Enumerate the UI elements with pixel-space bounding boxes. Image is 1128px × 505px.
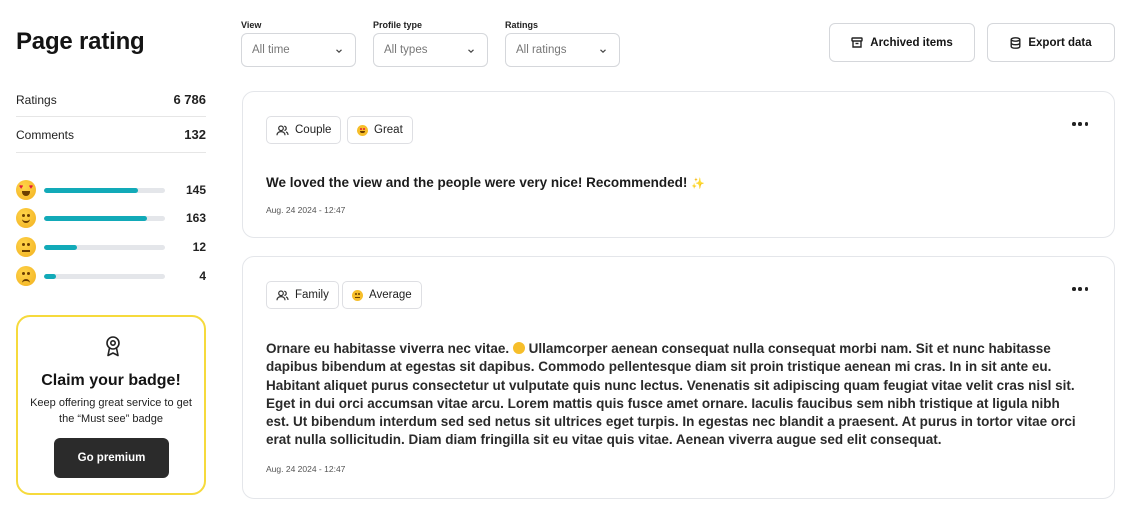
comments-value: 132 (184, 127, 206, 142)
rating-bar-track (44, 187, 165, 193)
filter-view: View All time (241, 20, 356, 67)
rating-chip: Great (347, 116, 413, 144)
profile-type-select[interactable]: All types (373, 33, 488, 67)
archive-icon (851, 37, 863, 48)
rating-count: 4 (199, 269, 206, 283)
heart-eyes-emoji-icon (357, 124, 368, 136)
rating-bar-row: ♥ ♥ 145 (16, 180, 206, 200)
review-date: Aug. 24 2024 - 12:47 (266, 464, 346, 474)
smiling-emoji-icon (512, 342, 525, 354)
badge-card: Claim your badge! Keep offering great se… (16, 315, 206, 495)
profile-chip: Family (266, 281, 339, 309)
rating-bar-row: 12 (16, 237, 206, 257)
profile-label: Couple (295, 124, 332, 136)
rating-count: 163 (185, 211, 206, 225)
review-text: We loved the view and the people were ve… (266, 174, 705, 193)
rating-bar-row: 163 (16, 208, 206, 228)
neutral-emoji-icon (352, 289, 363, 301)
rating-bar-track (44, 215, 165, 221)
filter-ratings: Ratings All ratings (505, 20, 620, 67)
rating-bar-track (44, 273, 165, 279)
review-text-rest: Ullamcorper aenean consequat nulla conse… (266, 341, 1076, 448)
database-icon (1010, 36, 1021, 49)
rating-label: Great (374, 124, 403, 136)
rating-bar-track (44, 244, 165, 250)
more-options-icon[interactable] (1072, 122, 1088, 126)
badge-title: Claim your badge! (41, 372, 181, 389)
export-data-label: Export data (1028, 36, 1092, 49)
rating-bar-fill (44, 273, 57, 279)
profile-chip: Couple (266, 116, 342, 144)
archived-items-button[interactable]: Archived items (829, 23, 975, 62)
users-icon (276, 289, 289, 300)
award-icon (106, 336, 120, 357)
rating-bar-fill (44, 187, 139, 193)
rating-bar-fill (44, 215, 147, 221)
more-options-icon[interactable] (1072, 287, 1088, 291)
confused-emoji-icon (16, 266, 36, 286)
sparkles-icon: ✨ (691, 178, 705, 190)
review-card: Couple Great We loved the view and the p… (242, 91, 1115, 238)
rating-count: 145 (185, 183, 206, 197)
archived-items-label: Archived items (870, 36, 953, 49)
filter-label: View (241, 20, 262, 30)
select-value: All types (384, 44, 428, 56)
ratings-stat: Ratings 6 786 (16, 92, 206, 107)
filter-label: Profile type (373, 20, 423, 30)
divider (16, 152, 206, 153)
comments-stat: Comments 132 (16, 127, 206, 142)
review-text-start: Ornare eu habitasse viverra nec vitae. (266, 341, 510, 356)
rating-count: 12 (192, 240, 206, 254)
review-text-content: We loved the view and the people were ve… (266, 175, 688, 190)
review-date: Aug. 24 2024 - 12:47 (266, 205, 346, 215)
go-premium-button[interactable]: Go premium (54, 438, 169, 478)
profile-label: Family (295, 289, 329, 301)
rating-chip: Average (342, 281, 422, 309)
export-data-button[interactable]: Export data (987, 23, 1115, 62)
users-icon (276, 124, 289, 135)
ratings-select[interactable]: All ratings (505, 33, 620, 67)
rating-bar-row: 4 (16, 266, 206, 286)
filter-profile-type: Profile type All types (373, 20, 488, 67)
review-card: Family Average Ornare eu habitasse viver… (242, 256, 1115, 499)
smiling-emoji-icon (16, 208, 36, 228)
chevron-down-icon (468, 49, 474, 54)
chevron-down-icon (336, 49, 342, 54)
chevron-down-icon (600, 49, 606, 54)
review-text: Ornare eu habitasse viverra nec vitae. U… (266, 340, 1084, 450)
select-value: All time (252, 44, 290, 56)
ratings-label: Ratings (16, 92, 57, 107)
rating-bar-fill (44, 244, 77, 250)
comments-label: Comments (16, 127, 75, 142)
ratings-value: 6 786 (173, 92, 206, 107)
view-select[interactable]: All time (241, 33, 356, 67)
select-value: All ratings (516, 44, 567, 56)
filter-label: Ratings (505, 20, 539, 30)
divider (16, 116, 206, 117)
page-title: Page rating (16, 28, 145, 55)
badge-description: Keep offering great service to get the “… (30, 397, 192, 425)
rating-label: Average (369, 289, 412, 301)
heart-eyes-emoji-icon: ♥ ♥ (16, 180, 36, 200)
neutral-emoji-icon (16, 237, 36, 257)
